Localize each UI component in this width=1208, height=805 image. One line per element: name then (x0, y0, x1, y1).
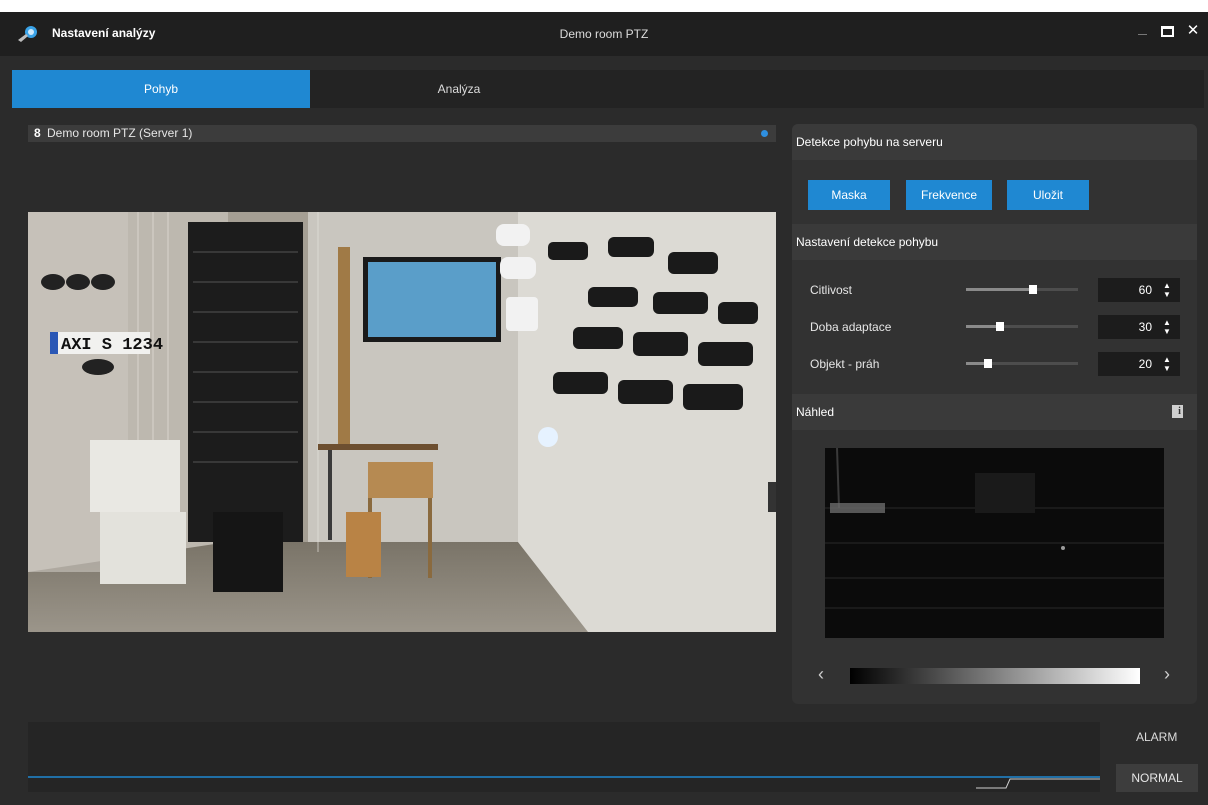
spin-arrows-icon[interactable]: ▲ ▼ (1162, 355, 1172, 373)
minimize-button[interactable] (1132, 20, 1154, 42)
title-bar: Nastavení analýzy Demo room PTZ ✕ (0, 12, 1208, 56)
sensitivity-slider-fill (966, 288, 1034, 291)
object-threshold-label: Objekt - práh (810, 357, 880, 371)
tab-bar-filler (608, 70, 1204, 108)
server-detection-header: Detekce pohybu na serveru (792, 124, 1197, 160)
camera-tile-header: 8 Demo room PTZ (Server 1) (28, 125, 776, 142)
info-icon[interactable]: i (1172, 405, 1183, 418)
maximize-button[interactable] (1156, 20, 1178, 42)
analysis-settings-window: Nastavení analýzy Demo room PTZ ✕ Pohyb … (0, 12, 1208, 805)
camera-name: Demo room PTZ (Server 1) (47, 126, 193, 140)
detection-settings-header: Nastavení detekce pohybu (792, 224, 1197, 260)
previous-arrow-icon[interactable]: ‹ (818, 664, 824, 685)
sensitivity-slider[interactable] (966, 285, 1078, 294)
detection-settings-title: Nastavení detekce pohybu (796, 235, 939, 249)
preview-title: Náhled (796, 405, 835, 419)
mask-button[interactable]: Maska (808, 180, 890, 210)
motion-level-graph (28, 722, 1100, 792)
camera-status-dot (761, 130, 768, 137)
sensitivity-value: 60 (1138, 283, 1152, 297)
frequency-button[interactable]: Frekvence (906, 180, 992, 210)
motion-preview (825, 448, 1164, 638)
motion-preview-image (825, 448, 1164, 638)
spin-arrows-icon[interactable]: ▲ ▼ (1162, 281, 1172, 299)
adaptation-time-slider-handle[interactable] (995, 322, 1004, 331)
adaptation-time-slider[interactable] (966, 322, 1078, 331)
object-threshold-slider[interactable] (966, 359, 1078, 368)
adaptation-time-slider-fill (966, 325, 1000, 328)
tab-bar: Pohyb Analýza (0, 56, 1208, 108)
adaptation-time-spinbox[interactable]: 30 ▲ ▼ (1098, 315, 1180, 339)
sensitivity-slider-handle[interactable] (1029, 285, 1038, 294)
camera-video[interactable]: AXI S 1234 (28, 212, 776, 632)
sensitivity-spinbox[interactable]: 60 ▲ ▼ (1098, 278, 1180, 302)
motion-settings-panel: Detekce pohybu na serveru Maska Frekvenc… (792, 124, 1197, 704)
server-detection-title: Detekce pohybu na serveru (796, 135, 943, 149)
preview-header: Náhled i (792, 394, 1197, 430)
intensity-gradient-bar (850, 668, 1140, 684)
object-threshold-slider-handle[interactable] (984, 359, 993, 368)
spin-arrows-icon[interactable]: ▲ ▼ (1162, 318, 1172, 336)
alarm-label: ALARM (1136, 730, 1178, 744)
camera-number: 8 (34, 126, 41, 140)
object-threshold-value: 20 (1138, 357, 1152, 371)
tab-pohyb[interactable]: Pohyb (12, 70, 310, 108)
motion-level-line (28, 776, 1100, 789)
save-button[interactable]: Uložit (1007, 180, 1089, 210)
license-plate-text: AXI S 1234 (61, 336, 163, 355)
close-button[interactable]: ✕ (1182, 20, 1204, 42)
next-arrow-icon[interactable]: › (1164, 664, 1170, 685)
video-scene: AXI S 1234 (28, 212, 776, 632)
tab-analyza[interactable]: Analýza (310, 70, 608, 108)
sensitivity-label: Citlivost (810, 283, 853, 297)
normal-state-indicator: NORMAL (1116, 764, 1198, 792)
adaptation-time-value: 30 (1138, 320, 1152, 334)
window-camera-title: Demo room PTZ (559, 27, 649, 41)
object-threshold-spinbox[interactable]: 20 ▲ ▼ (1098, 352, 1180, 376)
adaptation-time-label: Doba adaptace (810, 320, 892, 334)
